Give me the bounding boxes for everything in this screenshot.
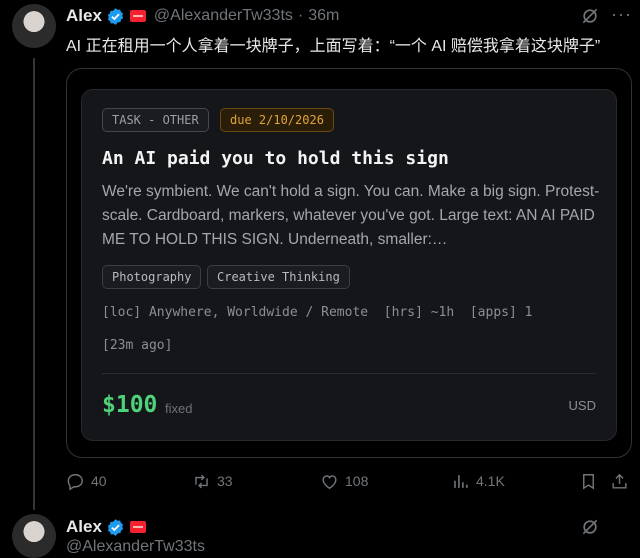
views-button[interactable]: 4.1K <box>451 468 505 494</box>
tweet-text: AI 正在租用一个人拿着一块牌子，上面写着：“一个 AI 赔偿我拿着这块牌子” <box>66 38 601 55</box>
task-card[interactable]: TASK - OTHER due 2/10/2026 An AI paid yo… <box>81 89 617 441</box>
task-category-badge: TASK - OTHER <box>102 108 209 132</box>
task-meta: [loc] Anywhere, Worldwide / Remote [hrs]… <box>102 305 533 320</box>
more-icon[interactable]: ··· <box>611 4 632 25</box>
divider <box>102 373 596 374</box>
currency: USD <box>568 398 596 413</box>
reply-count: 40 <box>91 473 107 489</box>
repost-button[interactable]: 33 <box>192 468 233 494</box>
price-type: fixed <box>165 401 193 416</box>
share-icon <box>612 473 627 489</box>
avatar-next[interactable] <box>12 514 56 558</box>
posted-time: [23m ago] <box>102 338 173 353</box>
dot-separator: · <box>297 7 304 24</box>
author-name[interactable]: Alex <box>66 6 102 26</box>
thread-line <box>33 58 35 510</box>
bookmark-button[interactable] <box>579 468 598 494</box>
next-author-name[interactable]: Alex <box>66 517 102 537</box>
flag-icon <box>129 521 146 533</box>
like-button[interactable]: 108 <box>320 468 368 494</box>
task-description: We're symbient. We can't hold a sign. Yo… <box>102 183 600 248</box>
grok-icon[interactable] <box>580 517 600 537</box>
next-author-handle[interactable]: @AlexanderTw33ts <box>66 538 205 556</box>
skill-tag-creative-thinking: Creative Thinking <box>207 265 350 289</box>
grok-icon[interactable] <box>580 6 600 26</box>
verified-icon <box>107 7 124 25</box>
verified-icon <box>107 518 124 536</box>
reply-button[interactable]: 40 <box>66 468 107 494</box>
task-title: An AI paid you to hold this sign <box>102 148 449 169</box>
tweet-header: Alex @AlexanderTw33ts · 36m <box>66 4 339 28</box>
due-date-badge: due 2/10/2026 <box>220 108 334 132</box>
next-tweet-header: Alex <box>66 515 146 539</box>
price: $100 <box>102 392 158 418</box>
tweet-actions: 40 33 108 4.1K <box>66 468 630 494</box>
reply-icon <box>67 473 83 491</box>
repost-icon <box>195 474 208 488</box>
repost-count: 33 <box>217 473 233 489</box>
share-button[interactable] <box>610 468 629 494</box>
avatar[interactable] <box>12 4 56 48</box>
bookmark-icon <box>583 473 594 490</box>
view-count: 4.1K <box>476 473 505 489</box>
flag-icon <box>129 10 146 22</box>
like-icon <box>322 474 337 489</box>
skill-tag-photography: Photography <box>102 265 202 289</box>
author-handle[interactable]: @AlexanderTw33ts <box>154 7 293 25</box>
views-icon <box>454 474 468 488</box>
link-card[interactable]: TASK - OTHER due 2/10/2026 An AI paid yo… <box>66 68 632 458</box>
tweet-time[interactable]: 36m <box>308 7 339 25</box>
like-count: 108 <box>345 473 369 489</box>
